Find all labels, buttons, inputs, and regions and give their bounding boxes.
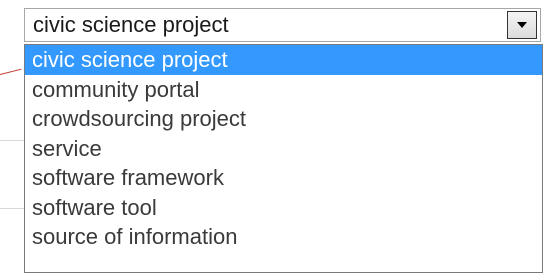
dropdown-option[interactable]: crowdsourcing project: [25, 104, 542, 134]
dropdown-option[interactable]: software tool: [25, 193, 542, 223]
background-divider: [0, 208, 24, 209]
type-select[interactable]: civic science project: [24, 8, 541, 42]
background-connector-line: [0, 68, 22, 75]
select-dropdown-list: civic science project community portal c…: [24, 44, 543, 273]
dropdown-option[interactable]: software framework: [25, 163, 542, 193]
dropdown-option[interactable]: source of information: [25, 222, 542, 252]
dropdown-option[interactable]: service: [25, 134, 542, 164]
select-current-value: civic science project: [33, 12, 229, 37]
background-divider: [0, 140, 24, 141]
options-list: civic science project community portal c…: [25, 45, 542, 252]
dropdown-option-selected[interactable]: civic science project: [25, 45, 542, 75]
dropdown-option[interactable]: community portal: [25, 75, 542, 105]
chevron-down-icon-glyph: [517, 22, 527, 28]
page: civic science project civic science proj…: [0, 0, 543, 273]
chevron-down-icon[interactable]: [507, 11, 537, 39]
